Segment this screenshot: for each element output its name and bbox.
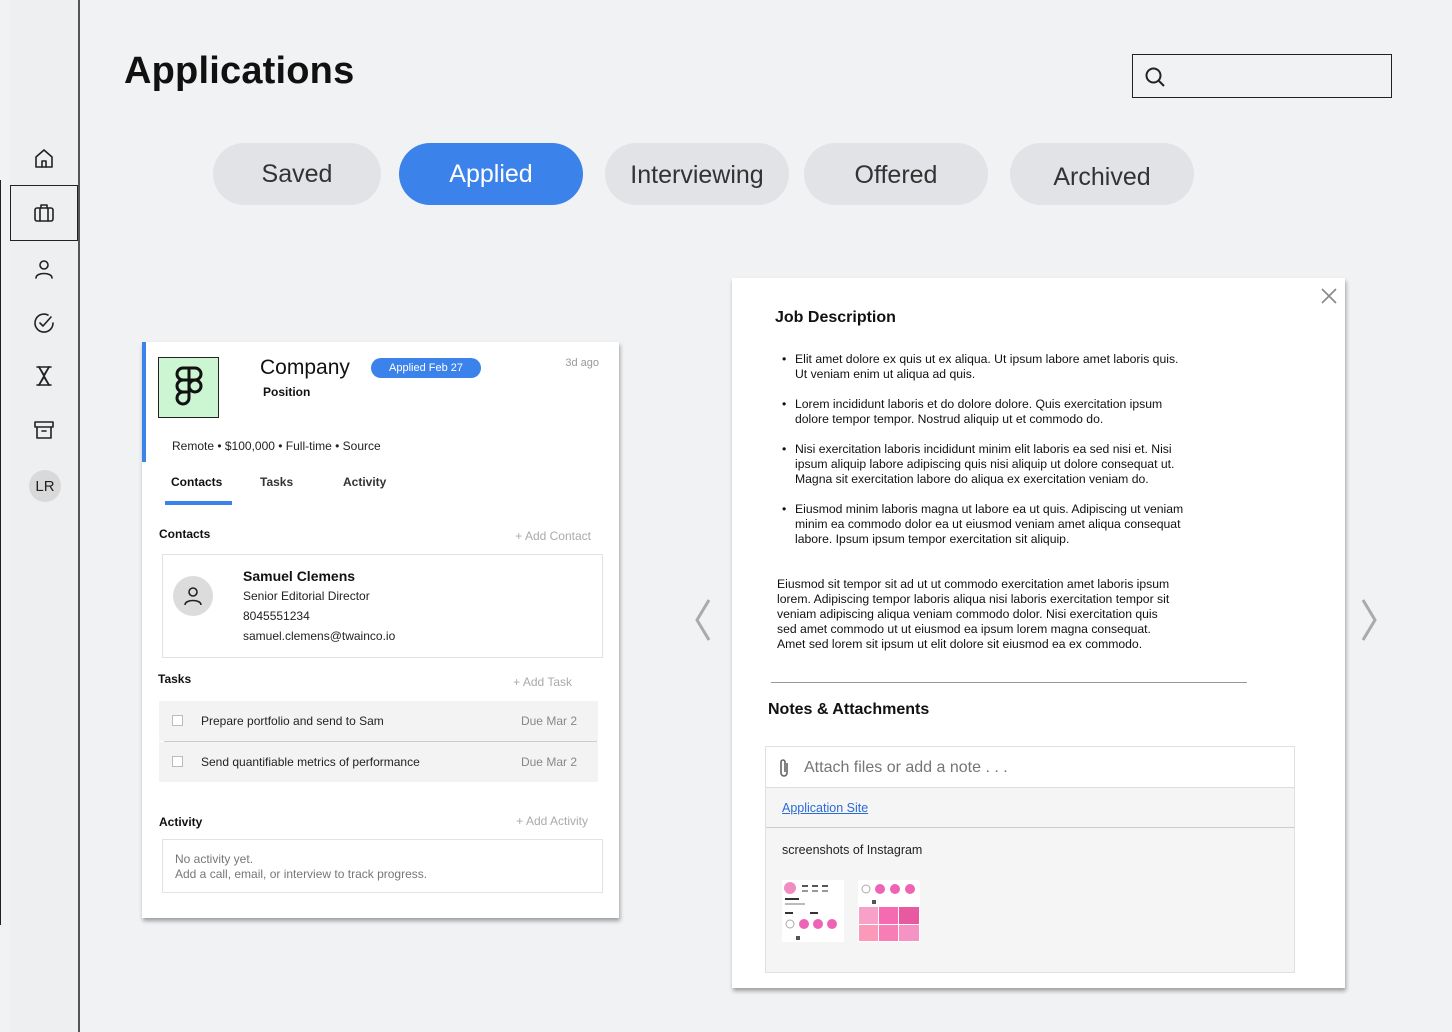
activity-empty-state: No activity yet. Add a call, email, or i… [162,839,603,893]
filter-interviewing[interactable]: Interviewing [605,143,789,205]
add-contact-link[interactable]: + Add Contact [515,529,591,543]
contacts-section-title: Contacts [159,527,211,541]
list-item: Lorem incididunt laboris et do dolore do… [777,397,1189,427]
search-icon [1145,67,1165,87]
task-row: Send quantifiable metrics of performance… [159,742,598,782]
screenshot-thumbnail[interactable] [858,880,920,942]
instagram-screenshot-image [859,884,919,941]
filter-offered[interactable]: Offered [804,143,988,205]
section-divider [771,682,1247,683]
instagram-screenshot-image [784,882,837,940]
page-title: Applications [124,50,355,92]
task-text: Prepare portfolio and send to Sam [201,714,384,728]
tasks-section-title: Tasks [158,672,192,686]
add-task-link[interactable]: + Add Task [513,675,572,689]
paperclip-icon[interactable] [775,757,793,779]
task-row: Prepare portfolio and send to Sam Due Ma… [159,701,598,741]
activity-empty-line: No activity yet. [175,852,254,866]
job-description-title: Job Description [775,309,896,326]
close-icon [1321,288,1337,304]
application-card: Company Position Applied Feb 27 3d ago R… [142,342,619,918]
hourglass-icon [36,366,52,386]
attachments-area: Application Site screenshots of Instagra… [765,746,1295,973]
active-tab-indicator [165,501,232,505]
tab-contacts[interactable]: Contacts [171,475,222,489]
contact-avatar [173,576,213,616]
contact-role: Senior Editorial Director [243,589,370,603]
search-input[interactable] [1175,63,1379,91]
check-circle-icon [34,313,54,333]
timestamp: 3d ago [565,357,599,369]
sidebar-item-tasks[interactable] [10,295,78,351]
search-box[interactable] [1132,54,1392,98]
task-text: Send quantifiable metrics of performance [201,755,420,769]
sidebar-item-applications[interactable] [10,185,78,241]
list-item: Eiusmod minim laboris magna ut labore ea… [777,502,1189,547]
sidebar-item-archive[interactable] [10,402,78,458]
previous-arrow[interactable] [693,598,713,642]
list-item: Elit amet dolore ex quis ut ex aliqua. U… [777,352,1189,382]
tab-activity[interactable]: Activity [343,475,386,489]
list-item: Nisi exercitation laboris incididunt min… [777,442,1189,487]
task-checkbox[interactable] [172,715,183,726]
sidebar-item-pending[interactable] [10,348,78,404]
position-title: Position [263,385,311,399]
attach-note-input[interactable] [802,755,1276,781]
briefcase-icon [34,204,54,222]
contact-email[interactable]: samuel.clemens@twainco.io [243,629,395,643]
sidebar-item-home[interactable] [10,131,78,187]
task-due: Due Mar 2 [520,714,577,728]
attachment-note: screenshots of Instagram [782,843,923,857]
filter-applied[interactable]: Applied [399,143,583,205]
home-icon [35,149,53,168]
task-due: Due Mar 2 [520,755,577,769]
job-description-list: Elit amet dolore ex quis ut ex aliqua. U… [777,352,1189,562]
user-icon [35,260,53,279]
job-description-paragraph: Eiusmod sit tempor sit ad ut ut commodo … [777,577,1170,651]
application-site-link[interactable]: Application Site [782,801,868,815]
attach-note-field[interactable] [766,747,1294,788]
job-meta: Remote • $100,000 • Full-time • Source [172,439,381,453]
user-icon [184,587,202,606]
status-badge: Applied Feb 27 [371,358,481,378]
job-detail-panel: Job Description Elit amet dolore ex quis… [732,278,1345,988]
left-edge-rule [0,180,1,925]
activity-section-title: Activity [159,815,203,829]
add-activity-link[interactable]: + Add Activity [516,814,588,828]
task-checkbox[interactable] [172,756,183,767]
chevron-left-icon [695,599,711,641]
sidebar-item-contacts[interactable] [10,241,78,297]
filter-saved[interactable]: Saved [213,143,381,205]
screenshot-thumbnail[interactable] [782,880,844,942]
contact-name: Samuel Clemens [243,568,356,584]
contact-item[interactable]: Samuel Clemens Senior Editorial Director… [162,554,603,658]
card-accent-bar [142,342,146,462]
chevron-right-icon [1361,599,1377,641]
filter-archived[interactable]: Archived [1010,143,1194,205]
close-button[interactable] [1319,286,1339,306]
company-logo [158,357,219,418]
sidebar: LR [10,0,80,1032]
contact-phone[interactable]: 8045551234 [243,609,310,623]
figma-logo-icon [175,366,202,405]
attachment-divider [766,827,1294,828]
company-name: Company [260,356,350,379]
activity-empty-hint: Add a call, email, or interview to track… [175,867,428,881]
tab-tasks[interactable]: Tasks [260,475,293,489]
archive-icon [34,421,54,439]
user-avatar[interactable]: LR [29,470,61,502]
next-arrow[interactable] [1359,598,1379,642]
notes-attachments-title: Notes & Attachments [768,701,930,718]
